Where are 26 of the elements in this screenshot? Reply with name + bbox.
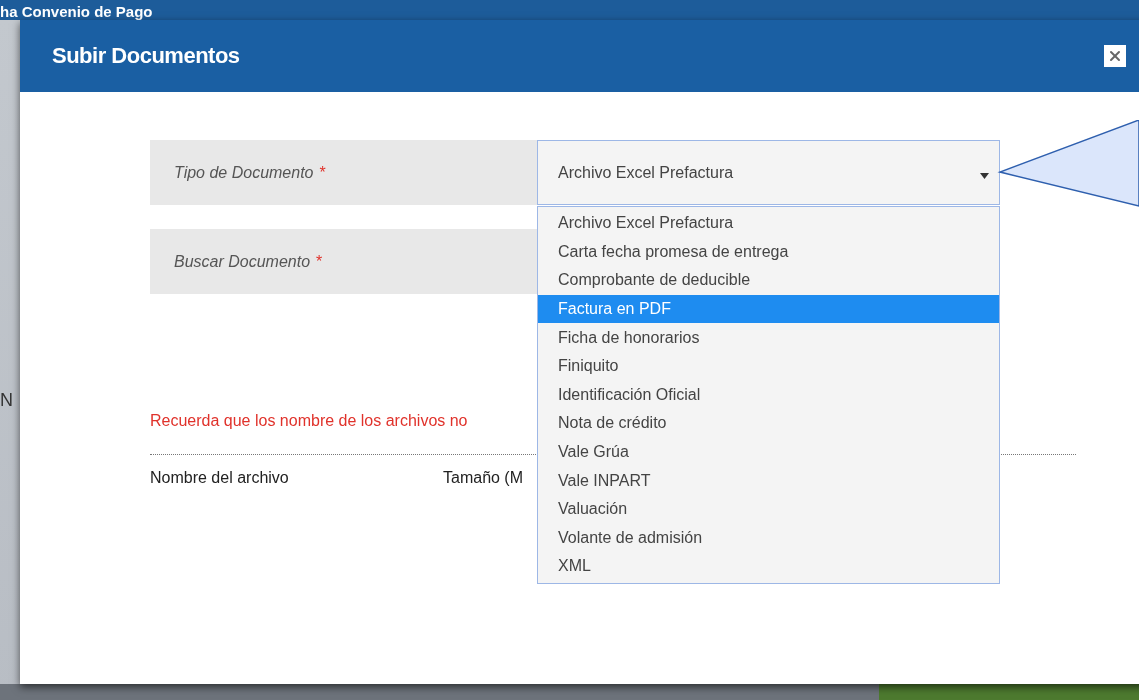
- dropdown-option[interactable]: Carta fecha promesa de entrega: [538, 237, 999, 267]
- dropdown-option[interactable]: XML: [538, 552, 999, 581]
- dropdown-option[interactable]: Vale INPART: [538, 466, 999, 495]
- column-header: Nombre del archivo: [150, 469, 290, 487]
- page-text: N: [0, 390, 13, 411]
- dialog-title: Subir Documentos: [52, 43, 240, 69]
- dropdown-option[interactable]: Comprobante de deducible: [538, 266, 999, 295]
- close-button[interactable]: [1104, 45, 1126, 67]
- dropdown-option[interactable]: Ficha de honorarios: [538, 323, 999, 352]
- dropdown-option[interactable]: Vale Grúa: [538, 437, 999, 467]
- dropdown-option[interactable]: Identificación Oficial: [538, 380, 999, 410]
- column-header: Tamaño (M: [443, 469, 525, 487]
- dropdown-option[interactable]: Archivo Excel Prefactura: [538, 209, 999, 238]
- required-mark: *: [316, 252, 323, 271]
- dropdown-option[interactable]: Finiquito: [538, 351, 999, 381]
- field-label: Buscar Documento: [174, 252, 311, 271]
- page-title: ha Convenio de Pago: [0, 4, 153, 20]
- dropdown-arrow-icon: [980, 172, 989, 179]
- dropdown-option[interactable]: Valuación: [538, 494, 999, 524]
- dropdown-option[interactable]: Volante de admisión: [538, 523, 999, 553]
- close-icon: [1107, 48, 1123, 64]
- warning-text: Recuerda que los nombre de los archivos no: [150, 412, 468, 430]
- required-mark: *: [319, 163, 326, 182]
- field-label: Tipo de Documento: [174, 163, 314, 182]
- document-type-select[interactable]: Archivo Excel Prefactura: [537, 140, 1000, 205]
- dropdown-option[interactable]: Nota de crédito: [538, 409, 999, 438]
